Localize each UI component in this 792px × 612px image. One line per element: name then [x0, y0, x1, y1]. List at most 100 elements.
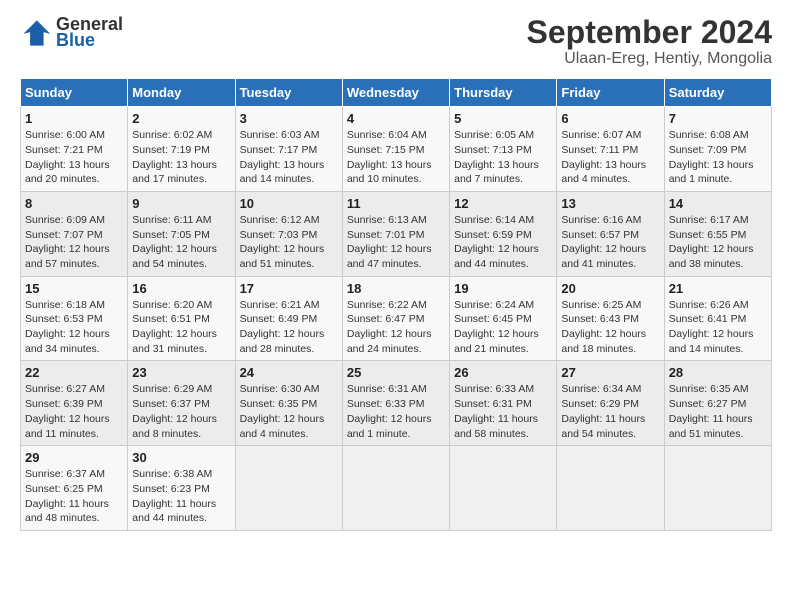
day-num-30: 30 [132, 450, 230, 465]
cell-w4-d1: 22 Sunrise: 6:27 AMSunset: 6:39 PMDayligh… [21, 361, 128, 446]
day-info-23: Sunrise: 6:29 AMSunset: 6:37 PMDaylight:… [132, 382, 230, 441]
day-info-13: Sunrise: 6:16 AMSunset: 6:57 PMDaylight:… [561, 213, 659, 272]
cell-w4-d7: 28Sunrise: 6:35 AMSunset: 6:27 PMDayligh… [664, 361, 771, 446]
day-info-5: Sunrise: 6:05 AMSunset: 7:13 PMDaylight:… [454, 128, 552, 187]
day-num-17: 17 [240, 281, 338, 296]
day-num-3: 3 [240, 111, 338, 126]
day-num-19: 19 [454, 281, 552, 296]
day-info-26: Sunrise: 6:33 AMSunset: 6:31 PMDaylight:… [454, 382, 552, 441]
day-info-22: Sunrise: 6:27 AMSunset: 6:39 PMDaylight:… [25, 382, 123, 441]
cell-w5-d2: 30Sunrise: 6:38 AMSunset: 6:23 PMDayligh… [128, 446, 235, 531]
day-num-29: 29 [25, 450, 123, 465]
day-info-8: Sunrise: 6:09 AMSunset: 7:07 PMDaylight:… [25, 213, 123, 272]
dow-tuesday: Tuesday [235, 79, 342, 107]
day-num-24: 24 [240, 365, 338, 380]
month-title: September 2024 [527, 15, 772, 50]
dow-wednesday: Wednesday [342, 79, 449, 107]
cell-w5-d7 [664, 446, 771, 531]
day-info-12: Sunrise: 6:14 AMSunset: 6:59 PMDaylight:… [454, 213, 552, 272]
day-num-23: 23 [132, 365, 230, 380]
day-info-18: Sunrise: 6:22 AMSunset: 6:47 PMDaylight:… [347, 298, 445, 357]
day-num-2: 2 [132, 111, 230, 126]
cell-w3-d4: 18 Sunrise: 6:22 AMSunset: 6:47 PMDayligh… [342, 276, 449, 361]
location-subtitle: Ulaan-Ereg, Hentiy, Mongolia [527, 50, 772, 68]
dow-saturday: Saturday [664, 79, 771, 107]
day-info-9: Sunrise: 6:11 AMSunset: 7:05 PMDaylight:… [132, 213, 230, 272]
day-num-12: 12 [454, 196, 552, 211]
dow-sunday: Sunday [21, 79, 128, 107]
cell-w5-d6 [557, 446, 664, 531]
day-info-24: Sunrise: 6:30 AMSunset: 6:35 PMDaylight:… [240, 382, 338, 441]
day-info-1: Sunrise: 6:00 AMSunset: 7:21 PMDaylight:… [25, 128, 123, 187]
day-info-17: Sunrise: 6:21 AMSunset: 6:49 PMDaylight:… [240, 298, 338, 357]
day-num-7: 7 [669, 111, 767, 126]
day-num-8: 8 [25, 196, 123, 211]
day-info-7: Sunrise: 6:08 AMSunset: 7:09 PMDaylight:… [669, 128, 767, 187]
day-num-22: 22 [25, 365, 123, 380]
title-block: September 2024 Ulaan-Ereg, Hentiy, Mongo… [527, 15, 772, 68]
day-num-1: 1 [25, 111, 123, 126]
day-num-25: 25 [347, 365, 445, 380]
day-num-16: 16 [132, 281, 230, 296]
page: General Blue September 2024 Ulaan-Ereg, … [0, 0, 792, 612]
cell-w3-d5: 19 Sunrise: 6:24 AMSunset: 6:45 PMDayligh… [450, 276, 557, 361]
cell-w5-d1: 29 Sunrise: 6:37 AMSunset: 6:25 PMDayligh… [21, 446, 128, 531]
cell-w4-d5: 26Sunrise: 6:33 AMSunset: 6:31 PMDayligh… [450, 361, 557, 446]
day-info-27: Sunrise: 6:34 AMSunset: 6:29 PMDaylight:… [561, 382, 659, 441]
cell-w4-d3: 24 Sunrise: 6:30 AMSunset: 6:35 PMDayligh… [235, 361, 342, 446]
header-row: Sunday Monday Tuesday Wednesday Thursday… [21, 79, 772, 107]
day-num-4: 4 [347, 111, 445, 126]
cell-w5-d4 [342, 446, 449, 531]
day-info-4: Sunrise: 6:04 AMSunset: 7:15 PMDaylight:… [347, 128, 445, 187]
header: General Blue September 2024 Ulaan-Ereg, … [20, 15, 772, 68]
cell-w3-d2: 16 Sunrise: 6:20 AMSunset: 6:51 PMDayligh… [128, 276, 235, 361]
week-row-1: 1 Sunrise: 6:00 AMSunset: 7:21 PMDaylight… [21, 107, 772, 192]
logo: General Blue [20, 15, 123, 51]
cell-w1-d7: 7 Sunrise: 6:08 AMSunset: 7:09 PMDaylight… [664, 107, 771, 192]
cell-w4-d4: 25 Sunrise: 6:31 AMSunset: 6:33 PMDayligh… [342, 361, 449, 446]
week-row-2: 8 Sunrise: 6:09 AMSunset: 7:07 PMDaylight… [21, 191, 772, 276]
week-row-4: 22 Sunrise: 6:27 AMSunset: 6:39 PMDayligh… [21, 361, 772, 446]
cell-w5-d5 [450, 446, 557, 531]
day-info-14: Sunrise: 6:17 AMSunset: 6:55 PMDaylight:… [669, 213, 767, 272]
day-num-18: 18 [347, 281, 445, 296]
dow-thursday: Thursday [450, 79, 557, 107]
day-info-3: Sunrise: 6:03 AMSunset: 7:17 PMDaylight:… [240, 128, 338, 187]
cell-w1-d2: 2Sunrise: 6:02 AMSunset: 7:19 PMDaylight… [128, 107, 235, 192]
week-row-3: 15Sunrise: 6:18 AMSunset: 6:53 PMDayligh… [21, 276, 772, 361]
cell-w3-d1: 15Sunrise: 6:18 AMSunset: 6:53 PMDayligh… [21, 276, 128, 361]
cell-w2-d4: 11 Sunrise: 6:13 AMSunset: 7:01 PMDayligh… [342, 191, 449, 276]
day-info-20: Sunrise: 6:25 AMSunset: 6:43 PMDaylight:… [561, 298, 659, 357]
day-num-28: 28 [669, 365, 767, 380]
day-info-19: Sunrise: 6:24 AMSunset: 6:45 PMDaylight:… [454, 298, 552, 357]
cell-w1-d3: 3 Sunrise: 6:03 AMSunset: 7:17 PMDaylight… [235, 107, 342, 192]
day-num-10: 10 [240, 196, 338, 211]
logo-icon [20, 17, 52, 49]
day-info-6: Sunrise: 6:07 AMSunset: 7:11 PMDaylight:… [561, 128, 659, 187]
day-num-14: 14 [669, 196, 767, 211]
day-info-21: Sunrise: 6:26 AMSunset: 6:41 PMDaylight:… [669, 298, 767, 357]
cell-w2-d2: 9Sunrise: 6:11 AMSunset: 7:05 PMDaylight… [128, 191, 235, 276]
cell-w1-d5: 5 Sunrise: 6:05 AMSunset: 7:13 PMDaylight… [450, 107, 557, 192]
cell-w4-d6: 27Sunrise: 6:34 AMSunset: 6:29 PMDayligh… [557, 361, 664, 446]
cell-w1-d6: 6 Sunrise: 6:07 AMSunset: 7:11 PMDaylight… [557, 107, 664, 192]
day-num-20: 20 [561, 281, 659, 296]
cell-w2-d5: 12 Sunrise: 6:14 AMSunset: 6:59 PMDayligh… [450, 191, 557, 276]
cell-w3-d7: 21Sunrise: 6:26 AMSunset: 6:41 PMDayligh… [664, 276, 771, 361]
cell-w1-d1: 1 Sunrise: 6:00 AMSunset: 7:21 PMDaylight… [21, 107, 128, 192]
day-num-15: 15 [25, 281, 123, 296]
day-info-16: Sunrise: 6:20 AMSunset: 6:51 PMDaylight:… [132, 298, 230, 357]
cell-w5-d3 [235, 446, 342, 531]
calendar-table: Sunday Monday Tuesday Wednesday Thursday… [20, 78, 772, 531]
calendar-body: 1 Sunrise: 6:00 AMSunset: 7:21 PMDaylight… [21, 107, 772, 531]
cell-w3-d6: 20 Sunrise: 6:25 AMSunset: 6:43 PMDayligh… [557, 276, 664, 361]
day-num-6: 6 [561, 111, 659, 126]
day-info-11: Sunrise: 6:13 AMSunset: 7:01 PMDaylight:… [347, 213, 445, 272]
day-info-25: Sunrise: 6:31 AMSunset: 6:33 PMDaylight:… [347, 382, 445, 441]
day-num-13: 13 [561, 196, 659, 211]
day-num-5: 5 [454, 111, 552, 126]
cell-w2-d7: 14 Sunrise: 6:17 AMSunset: 6:55 PMDayligh… [664, 191, 771, 276]
cell-w1-d4: 4 Sunrise: 6:04 AMSunset: 7:15 PMDaylight… [342, 107, 449, 192]
day-info-29: Sunrise: 6:37 AMSunset: 6:25 PMDaylight:… [25, 467, 123, 526]
day-num-11: 11 [347, 196, 445, 211]
